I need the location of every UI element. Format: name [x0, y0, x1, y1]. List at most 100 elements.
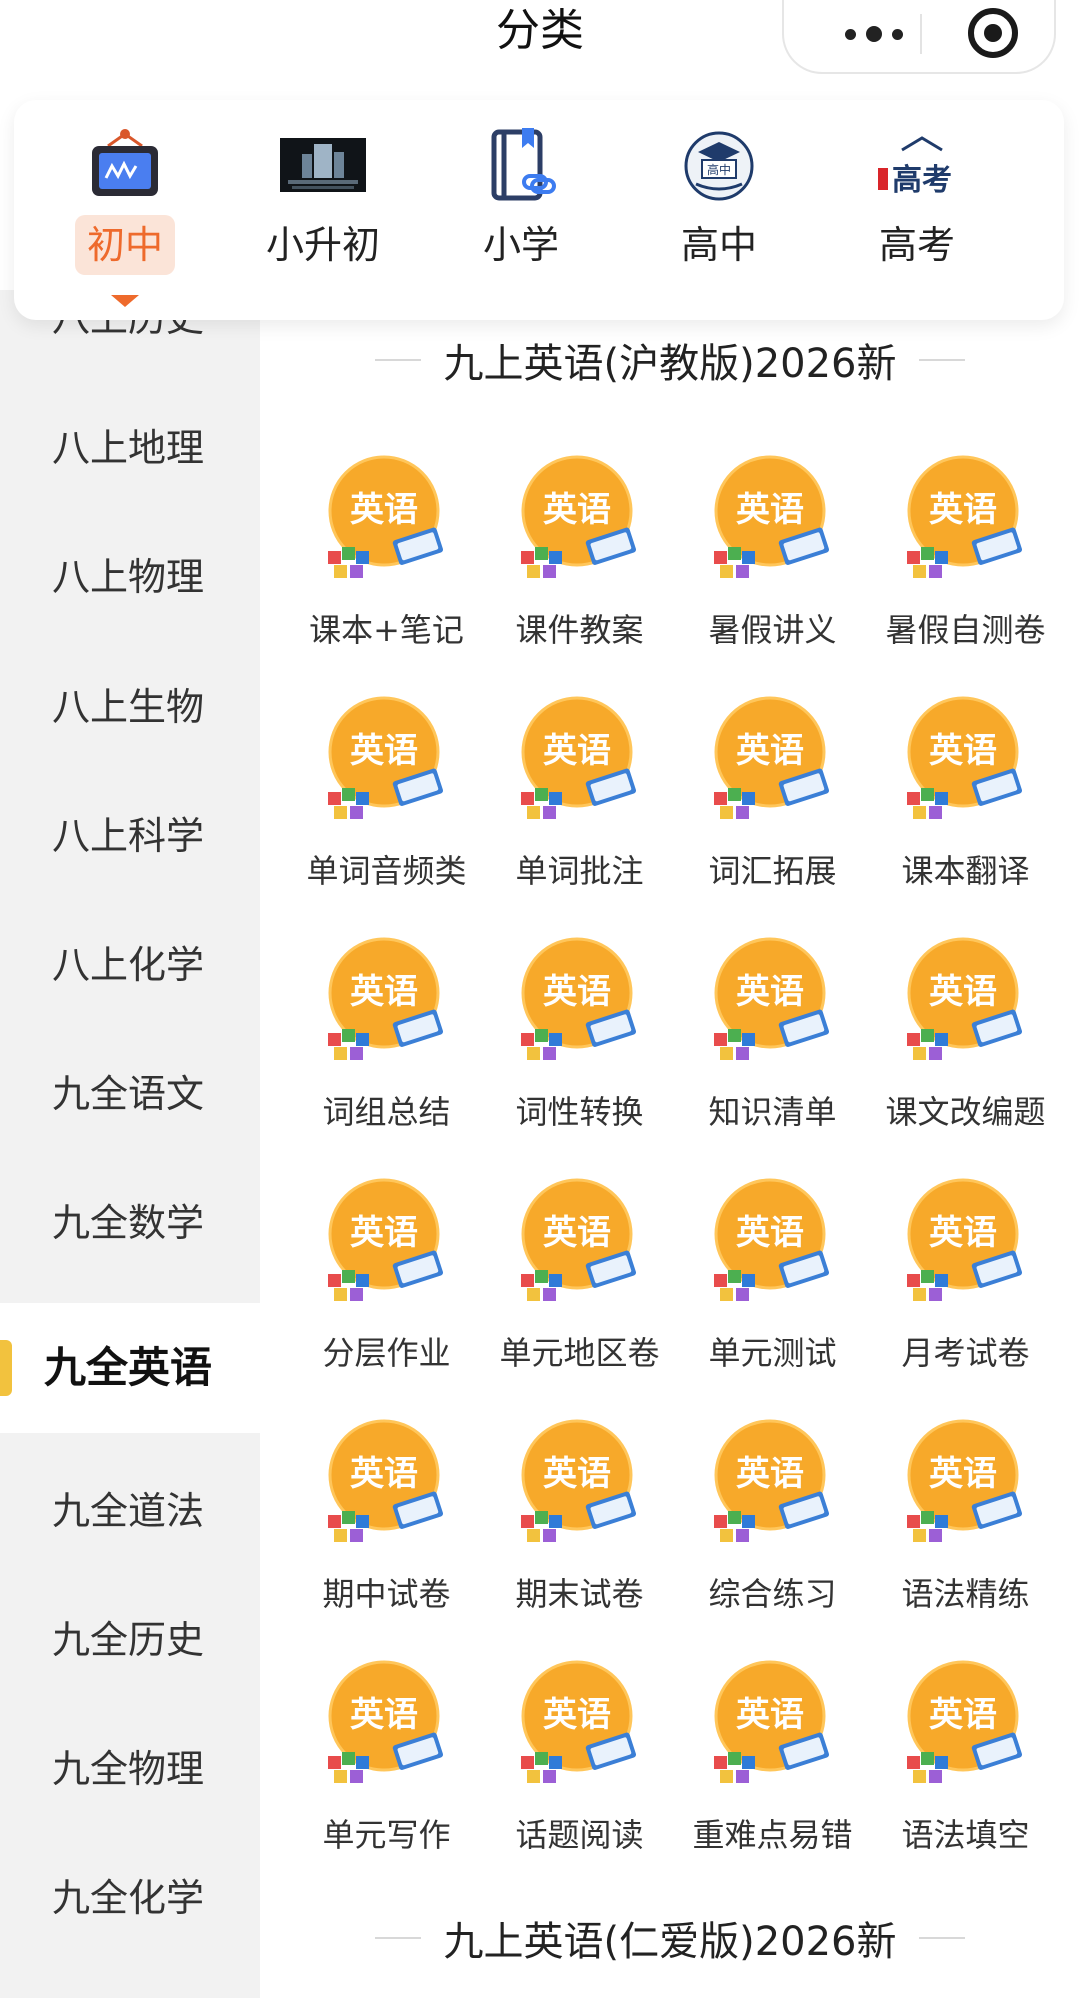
resource-item[interactable]: 英语 分层作业 [290, 1178, 483, 1418]
blackboard-icon [92, 129, 158, 196]
resource-item[interactable]: 英语 词性转换 [483, 937, 676, 1177]
sidebar-item[interactable]: 九全历史 [0, 1575, 260, 1705]
resource-item[interactable]: 英语 单元地区卷 [483, 1178, 676, 1418]
english-book-icon: 英语 [327, 1660, 443, 1783]
sidebar-item[interactable]: 八上科学 [0, 771, 260, 901]
resource-label: 重难点易错 [692, 1816, 853, 1854]
sidebar-item[interactable]: 八上地理 [0, 383, 260, 513]
badge-text: 英语 [929, 731, 997, 771]
badge-text: 英语 [543, 1213, 611, 1253]
more-options-icon[interactable] [824, 18, 924, 50]
resource-item[interactable]: 英语 话题阅读 [483, 1660, 676, 1900]
resource-item[interactable]: 英语 暑假讲义 [676, 455, 869, 695]
badge-text: 英语 [350, 1695, 418, 1735]
resource-item[interactable]: 英语 语法填空 [869, 1660, 1062, 1900]
badge-text: 英语 [543, 1695, 611, 1735]
resource-item[interactable]: 英语 期末试卷 [483, 1419, 676, 1659]
resource-item[interactable]: 英语 月考试卷 [869, 1178, 1062, 1418]
english-book-icon: 英语 [520, 1419, 636, 1542]
resource-label: 单元地区卷 [499, 1334, 660, 1372]
resource-label: 语法填空 [901, 1816, 1030, 1854]
english-book-icon: 英语 [906, 937, 1022, 1060]
resource-label: 课件教案 [515, 611, 644, 649]
book-link-icon [491, 128, 556, 201]
title-line-left [375, 359, 422, 361]
subject-sidebar[interactable]: 八上历史 八上地理 八上物理 八上生物 八上科学 八上化学 九全语文 九全数学 … [0, 290, 260, 1998]
badge-text: 英语 [543, 1454, 611, 1494]
badge-text: 英语 [736, 1454, 804, 1494]
resource-label: 词性转换 [515, 1093, 644, 1131]
resource-item[interactable]: 英语 单词批注 [483, 696, 676, 936]
tab-gaokao[interactable]: 高考 高考 [822, 100, 1012, 320]
english-book-icon: 英语 [327, 1419, 443, 1542]
resource-item[interactable]: 英语 课件教案 [483, 455, 676, 695]
tab-label: 初中 [74, 215, 176, 275]
resource-label: 话题阅读 [515, 1816, 644, 1854]
resource-item[interactable]: 英语 单词音频类 [290, 696, 483, 936]
gaokao-text-icon: 高考 [878, 136, 952, 198]
badge-text: 英语 [350, 731, 418, 771]
resource-label: 单元测试 [708, 1334, 837, 1372]
resource-item[interactable]: 英语 语法精练 [869, 1419, 1062, 1659]
title-line-left [375, 1937, 422, 1939]
resource-item[interactable]: 英语 单元测试 [676, 1178, 869, 1418]
resource-label: 语法精练 [901, 1575, 1030, 1613]
section-title: 九上英语(仁爱版)2026新 [260, 1903, 1080, 1973]
sidebar-item[interactable]: 八上物理 [0, 512, 260, 642]
badge-text: 英语 [929, 972, 997, 1012]
badge-text: 英语 [736, 731, 804, 771]
english-book-icon: 英语 [327, 937, 443, 1060]
resource-label: 期末试卷 [515, 1575, 644, 1613]
resource-label: 课本+笔记 [309, 611, 464, 649]
resource-item[interactable]: 英语 单元写作 [290, 1660, 483, 1900]
resource-item[interactable]: 英语 词汇拓展 [676, 696, 869, 936]
top-bar: 分类 [0, 0, 1080, 88]
tab-primary[interactable]: 小学 [426, 100, 616, 320]
english-book-icon: 英语 [520, 1660, 636, 1783]
badge-text: 英语 [736, 972, 804, 1012]
english-book-icon: 英语 [713, 1660, 829, 1783]
mini-program-capsule [782, 0, 1056, 74]
resource-item[interactable]: 英语课本+笔记 [290, 455, 483, 695]
resource-label: 词汇拓展 [708, 852, 837, 890]
english-book-icon: 英语 [520, 696, 636, 819]
resource-item[interactable]: 英语 知识清单 [676, 937, 869, 1177]
section-title: 九上英语(沪教版)2026新 [260, 325, 1080, 395]
tab-senior-high[interactable]: 高中 高中 [624, 100, 814, 320]
tab-primary-to-junior[interactable]: 小升初 [228, 100, 418, 320]
capsule-divider [920, 14, 922, 54]
sidebar-item[interactable]: 九全语文 [0, 1029, 260, 1159]
resource-label: 期中试卷 [322, 1575, 451, 1613]
badge-text: 英语 [543, 731, 611, 771]
resource-item[interactable]: 英语 综合练习 [676, 1419, 869, 1659]
sidebar-item[interactable]: 九全化学 [0, 1833, 260, 1963]
english-book-icon: 英语 [906, 696, 1022, 819]
badge-text: 高中 [707, 162, 731, 177]
title-line-right [918, 359, 965, 361]
english-book-icon: 英语 [906, 1178, 1022, 1301]
sidebar-item[interactable]: 九全道法 [0, 1446, 260, 1576]
sidebar-item[interactable]: 九全数学 [0, 1158, 260, 1288]
badge-text: 英语 [350, 490, 418, 530]
resource-item[interactable]: 英语 期中试卷 [290, 1419, 483, 1659]
badge-text: 英语 [929, 1454, 997, 1494]
english-book-icon: 英语 [713, 455, 829, 578]
badge-text: 英语 [929, 490, 997, 530]
sidebar-item-active[interactable]: 九全英语 [0, 1303, 260, 1433]
resource-label: 课文改编题 [885, 1093, 1046, 1131]
resource-item[interactable]: 英语 课文改编题 [869, 937, 1062, 1177]
badge-text: 英语 [736, 1213, 804, 1253]
sidebar-item[interactable]: 九全物理 [0, 1704, 260, 1834]
section-title-text: 九上英语(沪教版)2026新 [443, 341, 897, 387]
badge-text: 英语 [736, 490, 804, 530]
sidebar-item[interactable]: 八上化学 [0, 900, 260, 1030]
close-target-icon[interactable] [968, 8, 1018, 58]
english-book-icon: 英语 [713, 696, 829, 819]
resource-item[interactable]: 英语 暑假自测卷 [869, 455, 1062, 695]
sidebar-item[interactable]: 八上生物 [0, 642, 260, 772]
resource-item[interactable]: 英语 词组总结 [290, 937, 483, 1177]
english-book-icon: 英语 [520, 937, 636, 1060]
tab-junior-high[interactable]: 初中 [30, 100, 220, 320]
resource-item[interactable]: 英语 重难点易错 [676, 1660, 869, 1900]
resource-item[interactable]: 英语 课本翻译 [869, 696, 1062, 936]
